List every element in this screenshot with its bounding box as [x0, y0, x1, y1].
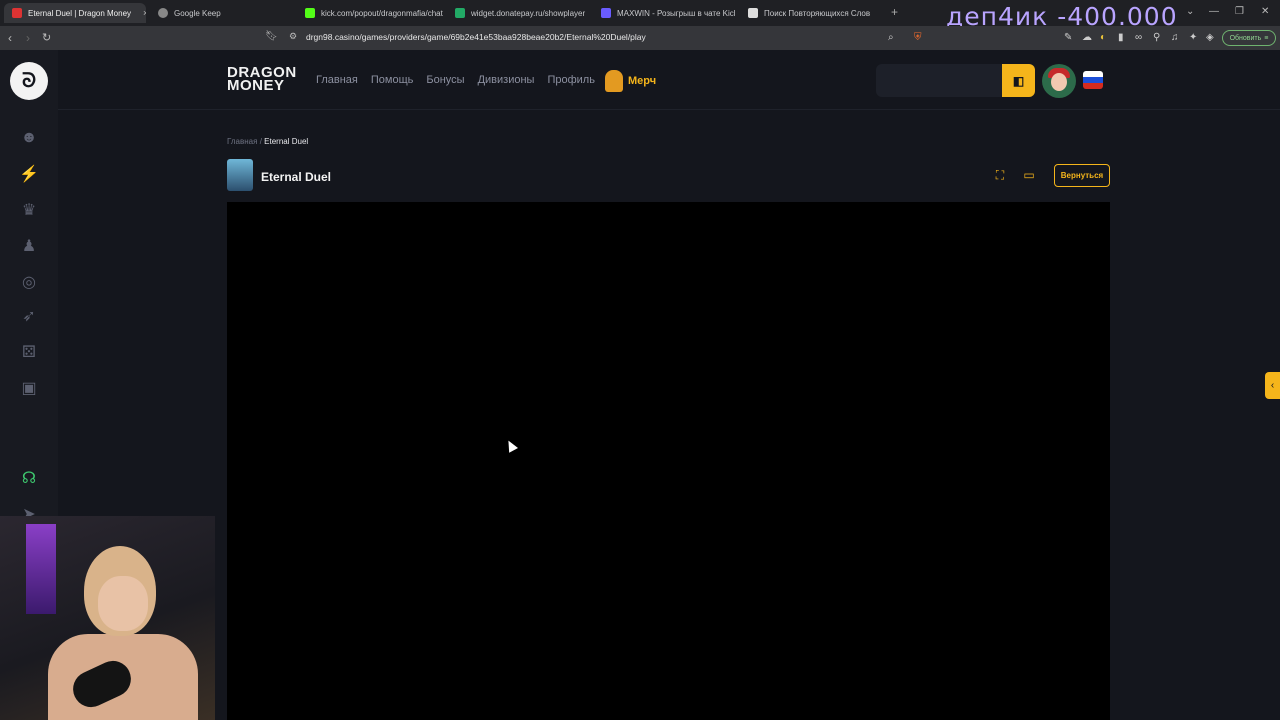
language-flag-ru[interactable]: [1083, 71, 1103, 89]
tab-donatepay[interactable]: widget.donatepay.ru/showplayer: [447, 3, 589, 23]
nav-divisions[interactable]: Дивизионы: [478, 74, 535, 86]
back-button[interactable]: Вернуться: [1054, 164, 1110, 187]
close-window-icon[interactable]: ✕: [1261, 6, 1269, 17]
tab-label: Google Keep: [174, 8, 221, 18]
tab-label: kick.com/popout/dragonmafia/chat: [321, 8, 443, 18]
tab-maxwin[interactable]: MAXWIN - Розыгрыш в чате Kick: [593, 3, 735, 23]
avatar[interactable]: [1042, 64, 1076, 98]
nav-profile[interactable]: Профиль: [547, 74, 595, 86]
chevron-left-icon: ‹: [1270, 380, 1275, 391]
dragon-money-logo[interactable]: DRAGON MONEY: [227, 65, 297, 93]
main-nav: Главная Помощь Бонусы Дивизионы Профиль: [316, 74, 595, 86]
tab-label: MAXWIN - Розыгрыш в чате Kick: [617, 8, 735, 18]
puzzle-icon[interactable]: ⚲: [1153, 32, 1160, 43]
update-label: Обновить: [1229, 34, 1262, 42]
game-thumbnail: [227, 159, 253, 191]
lightning-icon[interactable]: ⚡: [19, 164, 39, 184]
smile-icon[interactable]: ☻: [19, 128, 39, 148]
hoodie-icon: [605, 70, 623, 92]
breadcrumb-home[interactable]: Главная: [227, 137, 257, 146]
tab-eternal-duel[interactable]: Eternal Duel | Dragon Money ×: [4, 3, 146, 23]
extension-icon[interactable]: ◐: [1100, 32, 1106, 43]
address-bar-row: ‹ › ↻ 🔖︎ ⚙ drgn98.casino/games/providers…: [0, 26, 1280, 50]
nav-home[interactable]: Главная: [316, 74, 358, 86]
extension-icon[interactable]: ☁: [1082, 32, 1092, 43]
streamer-webcam: [0, 516, 215, 720]
globe-icon: [158, 8, 168, 18]
vpn-icon[interactable]: ◈: [1206, 32, 1214, 43]
chat-toggle-tab[interactable]: ‹: [1265, 372, 1280, 399]
page-title: Eternal Duel: [261, 170, 332, 184]
nav-merch[interactable]: Мерч: [605, 70, 656, 92]
minimize-icon[interactable]: —: [1209, 6, 1219, 17]
support-headset-icon[interactable]: ☊: [19, 468, 39, 488]
tab-label: widget.donatepay.ru/showplayer: [471, 8, 586, 18]
kick-icon: [305, 8, 315, 18]
tab-google-keep[interactable]: Google Keep: [150, 3, 290, 23]
extension-icon[interactable]: ✦: [1189, 32, 1197, 43]
wheel-icon[interactable]: ◎: [19, 272, 39, 292]
user-icon[interactable]: ♟: [19, 236, 39, 256]
tab-kick-chat[interactable]: kick.com/popout/dragonmafia/chat: [297, 3, 443, 23]
nav-bonuses[interactable]: Бонусы: [426, 74, 464, 86]
breadcrumb-separator: /: [259, 137, 262, 146]
extension-icon[interactable]: ▮: [1118, 32, 1124, 43]
tab-label: Eternal Duel | Dragon Money: [28, 8, 132, 18]
dice-icon[interactable]: ⚄: [19, 342, 39, 362]
maxwin-icon: [601, 8, 611, 18]
breadcrumb-current: Eternal Duel: [264, 137, 309, 146]
url-field[interactable]: drgn98.casino/games/providers/game/69b2e…: [306, 32, 646, 42]
wallet-button[interactable]: ◧: [1002, 64, 1035, 97]
dragon-logo-icon[interactable]: ᘐ: [10, 62, 48, 100]
music-icon[interactable]: ♫: [1171, 32, 1179, 43]
menu-icon: ≡: [1264, 34, 1269, 42]
bookmark-icon[interactable]: 🔖︎: [265, 31, 278, 42]
reload-icon[interactable]: ↻: [42, 31, 51, 44]
site-header: DRAGON MONEY Главная Помощь Бонусы Дивиз…: [58, 50, 1280, 110]
brave-shield-icon[interactable]: ⛨: [914, 32, 922, 43]
extension-icon[interactable]: ✎: [1064, 32, 1072, 43]
dragon-money-favicon: [12, 8, 22, 18]
close-tab-icon[interactable]: ×: [143, 8, 146, 18]
forward-arrow-icon[interactable]: ›: [26, 31, 30, 45]
tab-label: Поиск Повторяющихся Слов: [764, 8, 871, 18]
rocket-icon[interactable]: ➶: [19, 306, 39, 326]
site-info-icon[interactable]: ⚙: [289, 31, 297, 42]
wallet-icon: ◧: [1012, 73, 1025, 88]
fullscreen-icon[interactable]: ⛶: [993, 168, 1007, 182]
game-iframe[interactable]: [227, 202, 1110, 720]
back-arrow-icon[interactable]: ‹: [8, 31, 12, 45]
balance-display: [876, 64, 1003, 97]
breadcrumb: Главная / Eternal Duel: [227, 137, 308, 146]
extension-icon[interactable]: ∞: [1135, 32, 1142, 43]
donatepay-icon: [455, 8, 465, 18]
merch-label: Мерч: [628, 75, 657, 87]
tab-search-icon[interactable]: ⌄: [1186, 6, 1194, 17]
document-icon: [748, 8, 758, 18]
bag-icon[interactable]: ▣: [19, 378, 39, 398]
theater-mode-icon[interactable]: ▭: [1022, 168, 1036, 182]
nav-help[interactable]: Помощь: [371, 74, 414, 86]
browser-tabstrip: Eternal Duel | Dragon Money × Google Kee…: [0, 0, 1280, 31]
restore-icon[interactable]: ❐: [1235, 6, 1244, 17]
tab-duplicate-words[interactable]: Поиск Повторяющихся Слов: [740, 3, 882, 23]
update-browser-button[interactable]: Обновить ≡: [1222, 30, 1276, 46]
trophy-icon[interactable]: ♛: [19, 200, 39, 220]
new-tab-button[interactable]: +: [891, 5, 898, 19]
zoom-icon[interactable]: ⌕: [888, 32, 894, 43]
